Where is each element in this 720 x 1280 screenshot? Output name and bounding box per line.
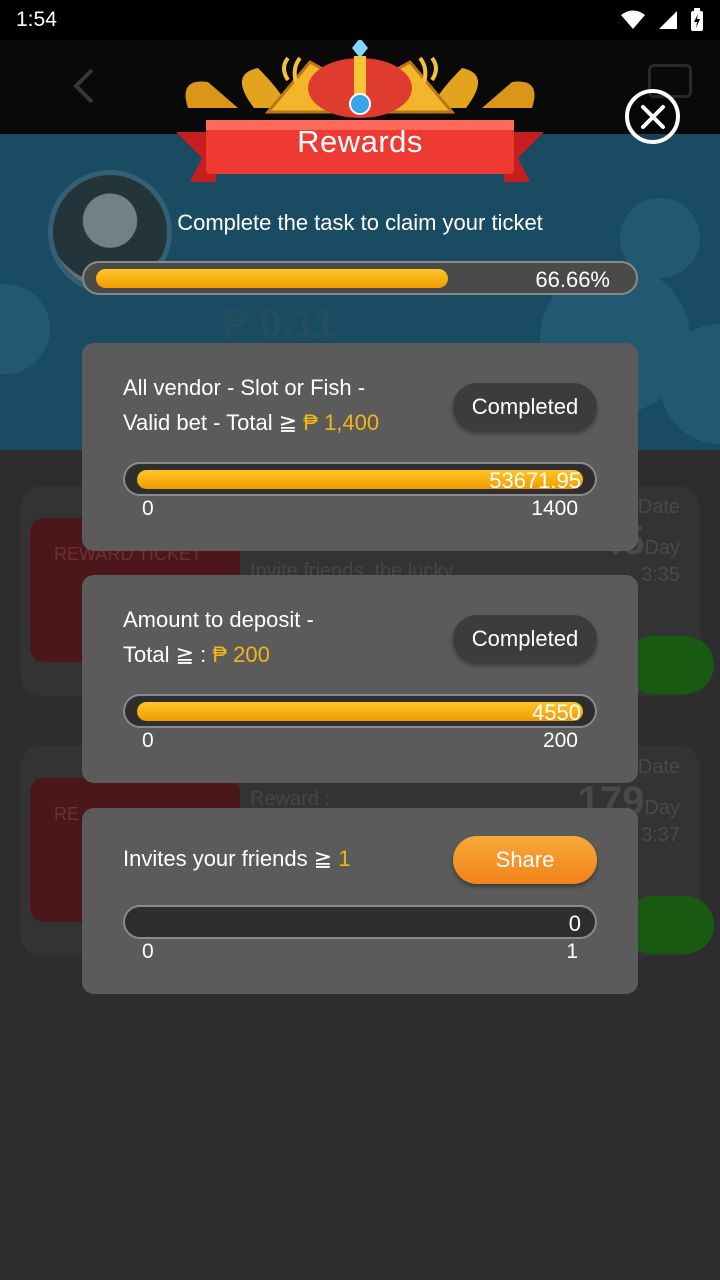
task-card-deposit: Amount to deposit - Total ≧ : ₱ 200 Comp… (82, 575, 638, 783)
task-range-max: 1400 (531, 497, 578, 520)
overall-progress-fill (96, 269, 448, 288)
overall-progress-bar: 66.66% (82, 261, 638, 295)
signal-icon (659, 11, 677, 29)
task-range-min: 0 (142, 729, 154, 752)
close-icon (640, 104, 665, 129)
wifi-icon (621, 10, 645, 29)
task-progress-value: 4550 (532, 700, 581, 725)
task-progress-fill (137, 702, 583, 721)
task-progress-bar: 4550 (123, 694, 597, 728)
task-range-max: 1 (566, 940, 578, 963)
task-progress-bar: 0 (123, 905, 597, 939)
task-progress-value: 53671.95 (489, 468, 581, 493)
completed-button[interactable]: Completed (453, 383, 597, 431)
share-button[interactable]: Share (453, 836, 597, 884)
status-time: 1:54 (16, 8, 57, 31)
overall-progress-label: 66.66% (535, 267, 610, 292)
task-range-max: 200 (542, 729, 578, 752)
task-card-valid-bet: All vendor - Slot or Fish - Valid bet - … (82, 343, 638, 551)
task-card-invite: Invites your friends ≧ 1 Share 0 0 1 (82, 808, 638, 994)
task-range-min: 0 (142, 940, 154, 963)
task-amount: 1 (338, 846, 351, 871)
rewards-modal: Rewards Complete the task to claim your … (0, 0, 720, 1280)
modal-subtitle: Complete the task to claim your ticket (177, 210, 543, 235)
modal-title: Rewards (297, 124, 423, 159)
close-button[interactable] (625, 89, 680, 144)
task-amount: ₱ 200 (212, 642, 270, 667)
task-title: Amount to deposit - Total ≧ : ₱ 200 (123, 607, 314, 667)
status-icons (620, 8, 704, 32)
task-amount: ₱ 1,400 (303, 410, 380, 435)
task-progress-bar: 53671.95 (123, 462, 597, 496)
task-title: Invites your friends ≧ 1 (123, 846, 351, 871)
status-bar: 1:54 (0, 0, 720, 40)
task-title: All vendor - Slot or Fish - Valid bet - … (123, 375, 380, 435)
task-range-min: 0 (142, 497, 154, 520)
completed-button[interactable]: Completed (453, 615, 597, 663)
battery-icon (691, 8, 703, 31)
task-progress-value: 0 (568, 911, 581, 936)
